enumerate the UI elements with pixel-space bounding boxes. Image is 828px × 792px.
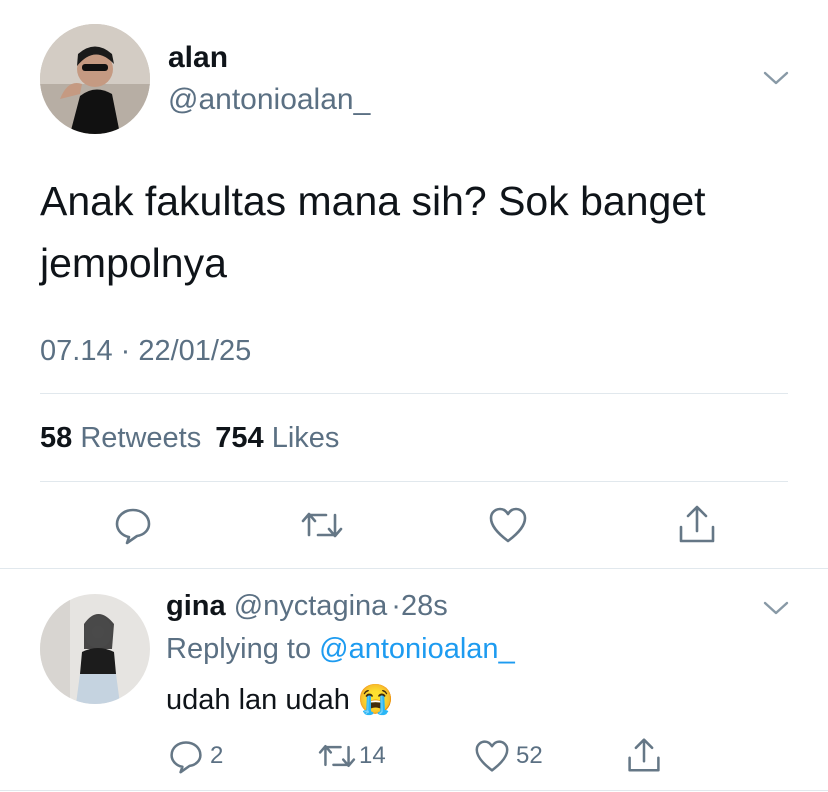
likes-label: Likes xyxy=(271,422,340,454)
replying-to-handle[interactable]: @antonioalan_ xyxy=(319,633,515,665)
divider xyxy=(40,481,788,482)
heart-icon xyxy=(489,507,527,543)
avatar[interactable] xyxy=(40,24,150,134)
retweet-icon xyxy=(301,512,343,538)
retweet-icon xyxy=(318,744,356,768)
reply-action-reply[interactable]: 2 xyxy=(168,736,223,776)
crying-face-icon: 😭 xyxy=(357,684,395,716)
replying-to: Replying to @antonioalan_ xyxy=(166,631,515,667)
retweets-label: Retweets xyxy=(80,422,202,454)
reply-button[interactable] xyxy=(113,505,153,545)
likes-count: 754 xyxy=(215,422,264,454)
separator: · xyxy=(391,590,401,622)
reply-count: 2 xyxy=(210,742,224,769)
display-name[interactable]: gina xyxy=(166,590,226,622)
retweet-button[interactable] xyxy=(300,507,344,543)
retweets-count: 58 xyxy=(40,422,73,454)
handle[interactable]: @nyctagina xyxy=(234,590,388,622)
reply-action-like[interactable]: 52 xyxy=(474,736,543,776)
bottom-divider xyxy=(0,790,828,791)
like-count: 52 xyxy=(516,742,543,769)
share-icon xyxy=(679,505,715,543)
reply-action-share[interactable] xyxy=(626,736,662,774)
retweet-count: 14 xyxy=(359,742,386,769)
retweets-stat[interactable]: 58 Retweets xyxy=(40,422,209,454)
display-name[interactable]: alan xyxy=(168,40,228,76)
reply-text: udah lan udah 😭 xyxy=(166,680,394,720)
section-divider xyxy=(0,568,828,569)
engagement-stats: 58 Retweets 754 Likes xyxy=(40,421,339,455)
share-icon xyxy=(628,738,660,772)
divider xyxy=(40,393,788,394)
share-button[interactable] xyxy=(677,503,717,545)
chevron-down-icon[interactable] xyxy=(762,598,790,618)
like-button[interactable] xyxy=(488,506,528,544)
tweet-text: Anak fakultas mana sih? Sok banget jempo… xyxy=(40,170,706,294)
replying-to-label: Replying to xyxy=(166,633,312,665)
tweet-text-line-2: jempolnya xyxy=(40,240,227,286)
comment-icon xyxy=(115,508,151,545)
timestamp[interactable]: 07.14 · 22/01/25 xyxy=(40,334,251,368)
tweet-text-line-1: Anak fakultas mana sih? Sok banget xyxy=(40,178,706,224)
handle[interactable]: @antonioalan_ xyxy=(168,82,370,118)
reply-header: gina @nyctagina ·28s xyxy=(166,588,448,624)
chevron-down-icon[interactable] xyxy=(762,68,790,88)
comment-icon xyxy=(170,741,202,774)
heart-icon xyxy=(475,740,509,772)
avatar[interactable] xyxy=(40,594,150,704)
time-ago[interactable]: 28s xyxy=(401,590,448,622)
reply-action-retweet[interactable]: 14 xyxy=(317,736,386,776)
reply-text-body: udah lan udah xyxy=(166,684,350,716)
likes-stat[interactable]: 754 Likes xyxy=(215,422,339,454)
